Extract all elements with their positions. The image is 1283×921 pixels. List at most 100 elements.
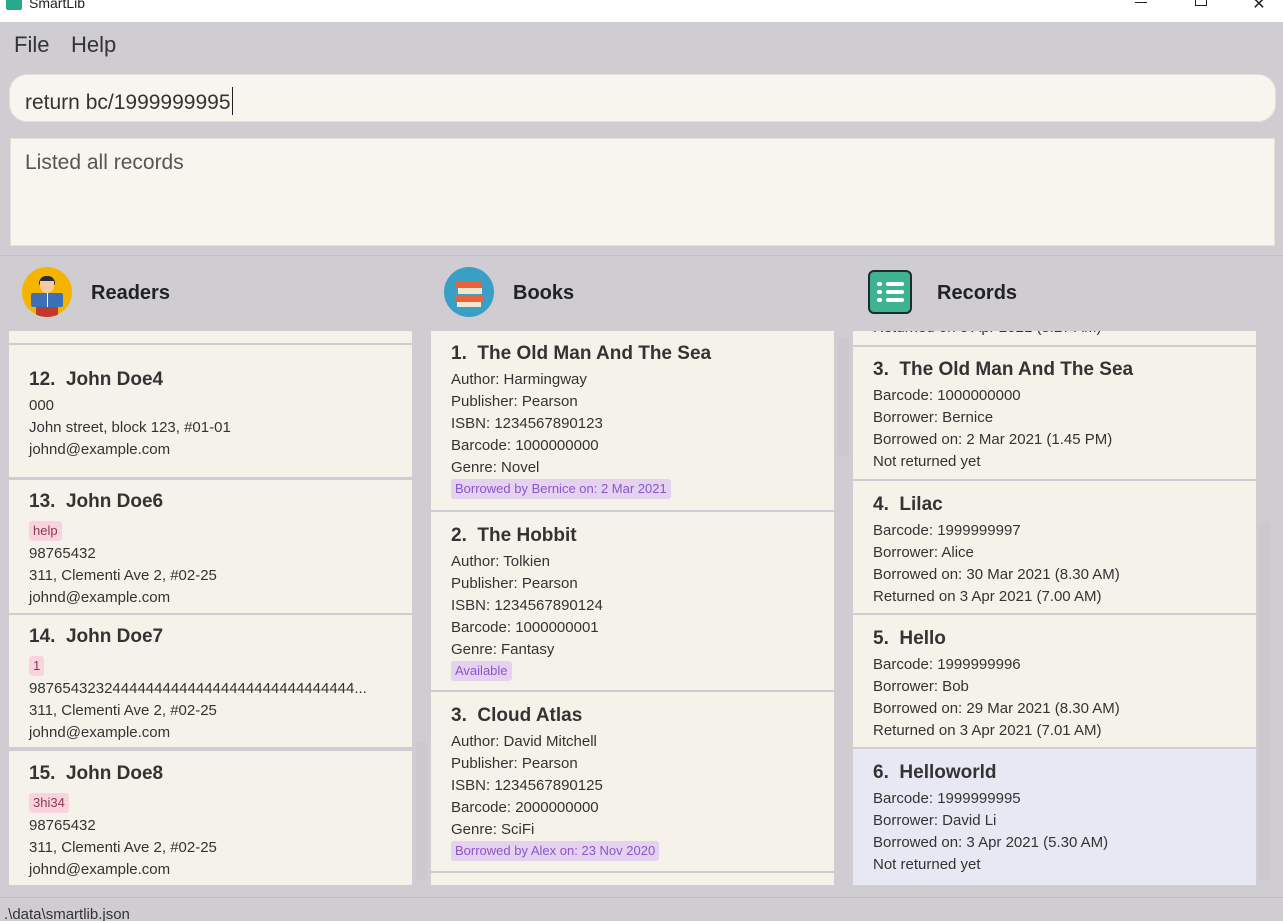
- book-card[interactable]: 1. The Old Man And The Sea Author: Harmi…: [431, 331, 834, 510]
- books-icon: [444, 267, 494, 317]
- record-returned: Returned on 3 Apr 2021 (5.27 AM): [873, 331, 1256, 339]
- reader-tag: 1: [29, 656, 45, 676]
- reader-phone: 987654323244444444444444444444444444444.…: [29, 680, 367, 697]
- record-barcode: Barcode: 1999999997: [873, 522, 1021, 539]
- record-returned: Returned on 3 Apr 2021 (7.01 AM): [873, 722, 1102, 739]
- book-isbn: ISBN: 1234567890123: [451, 415, 603, 432]
- command-text: return bc/1999999995: [25, 91, 231, 114]
- record-borrowed: Borrowed on: 30 Mar 2021 (8.30 AM): [873, 566, 1120, 583]
- record-title: 4. Lilac: [873, 494, 943, 515]
- reader-icon: [22, 267, 72, 317]
- record-card-partial: Returned on 3 Apr 2021 (5.27 AM): [853, 331, 1256, 345]
- book-author: Author: Harmingway: [451, 371, 587, 388]
- records-scroll-thumb[interactable]: [1259, 521, 1271, 881]
- minimize-icon: [1135, 2, 1147, 3]
- record-borrower: Borrower: Alice: [873, 544, 974, 561]
- record-card[interactable]: 3. The Old Man And The Sea Barcode: 1000…: [853, 347, 1256, 479]
- record-title: 3. The Old Man And The Sea: [873, 359, 1134, 380]
- record-borrower: Borrower: Bob: [873, 678, 969, 695]
- record-barcode: Barcode: 1999999996: [873, 656, 1021, 673]
- reader-name: 12. John Doe4: [29, 369, 164, 390]
- record-card[interactable]: 4. Lilac Barcode: 1999999997 Borrower: A…: [853, 481, 1256, 613]
- readers-title: Readers: [91, 282, 170, 304]
- maximize-button[interactable]: [1186, 0, 1216, 14]
- readers-list[interactable]: 12. John Doe4 000 John street, block 123…: [9, 331, 412, 885]
- reader-card[interactable]: 13. John Doe6 help 98765432 311, Clement…: [9, 480, 412, 613]
- reader-phone: 98765432: [29, 545, 96, 562]
- record-borrower: Borrower: David Li: [873, 812, 997, 829]
- close-button[interactable]: ✕: [1244, 0, 1274, 14]
- record-barcode: Barcode: 1000000000: [873, 387, 1021, 404]
- result-display: Listed all records: [10, 138, 1275, 246]
- reader-email: johnd@example.com: [29, 441, 171, 458]
- book-author: Author: David Mitchell: [451, 733, 597, 750]
- app-logo-icon: [6, 0, 22, 10]
- status-bar-path: .\data\smartlib.json: [4, 906, 130, 921]
- books-title: Books: [513, 282, 575, 304]
- books-scrollbar[interactable]: [834, 331, 853, 885]
- divider: [0, 255, 1283, 256]
- books-scroll-thumb[interactable]: [838, 337, 849, 457]
- list-item: [431, 873, 834, 885]
- book-card[interactable]: 3. Cloud Atlas Author: David Mitchell Pu…: [431, 692, 834, 871]
- divider: [0, 897, 1283, 898]
- title-bar: SmartLib ✕: [0, 0, 1283, 22]
- reader-email: johnd@example.com: [29, 861, 171, 878]
- book-status-badge: Available: [451, 661, 512, 681]
- result-text: Listed all records: [25, 151, 184, 174]
- records-list[interactable]: Returned on 3 Apr 2021 (5.27 AM) 3. The …: [853, 331, 1256, 885]
- maximize-icon: [1195, 0, 1207, 6]
- record-title: 6. Helloworld: [873, 762, 997, 783]
- list-item: [9, 331, 412, 343]
- command-input[interactable]: return bc/1999999995: [9, 74, 1276, 122]
- readers-scrollbar[interactable]: [412, 331, 431, 885]
- book-title: 2. The Hobbit: [451, 525, 577, 546]
- book-isbn: ISBN: 1234567890124: [451, 597, 603, 614]
- book-title: 1. The Old Man And The Sea: [451, 343, 712, 364]
- book-publisher: Publisher: Pearson: [451, 393, 578, 410]
- books-list[interactable]: 1. The Old Man And The Sea Author: Harmi…: [431, 331, 834, 885]
- list-icon: [868, 270, 912, 314]
- record-card-selected[interactable]: 6. Helloworld Barcode: 1999999995 Borrow…: [853, 749, 1256, 885]
- reader-phone: 000: [29, 397, 55, 414]
- book-author: Author: Tolkien: [451, 553, 550, 570]
- book-publisher: Publisher: Pearson: [451, 755, 578, 772]
- reader-address: John street, block 123, #01-01: [29, 419, 231, 436]
- book-title: 3. Cloud Atlas: [451, 705, 583, 726]
- reader-card[interactable]: 15. John Doe8 3hi34 98765432 311, Clemen…: [9, 751, 412, 885]
- reader-name: 15. John Doe8: [29, 763, 164, 784]
- record-borrower: Borrower: Bernice: [873, 409, 994, 426]
- reader-name: 14. John Doe7: [29, 626, 164, 647]
- command-input-value: return bc/1999999995: [25, 87, 233, 115]
- book-isbn: ISBN: 1234567890125: [451, 777, 603, 794]
- record-title: 5. Hello: [873, 628, 946, 649]
- reader-phone: 98765432: [29, 817, 96, 834]
- record-returned: Not returned yet: [873, 453, 981, 470]
- readers-scroll-thumb[interactable]: [416, 741, 427, 881]
- reader-card[interactable]: 14. John Doe7 1 987654323244444444444444…: [9, 615, 412, 747]
- book-status-badge: Borrowed by Alex on: 23 Nov 2020: [451, 841, 660, 861]
- text-caret: [231, 87, 233, 115]
- menu-help[interactable]: Help: [71, 32, 116, 58]
- book-barcode: Barcode: 1000000000: [451, 437, 599, 454]
- record-returned: Returned on 3 Apr 2021 (7.00 AM): [873, 588, 1102, 605]
- window-title: SmartLib: [29, 0, 86, 11]
- records-scrollbar[interactable]: [1256, 331, 1275, 885]
- book-genre: Genre: Novel: [451, 459, 540, 476]
- record-borrowed: Borrowed on: 29 Mar 2021 (8.30 AM): [873, 700, 1120, 717]
- reader-tag: 3hi34: [29, 793, 69, 813]
- menu-file[interactable]: File: [14, 32, 49, 58]
- book-barcode: Barcode: 2000000000: [451, 799, 599, 816]
- book-barcode: Barcode: 1000000001: [451, 619, 599, 636]
- reader-address: 311, Clementi Ave 2, #02-25: [29, 702, 217, 719]
- minimize-button[interactable]: [1126, 0, 1156, 14]
- record-returned: Not returned yet: [873, 856, 981, 873]
- reader-name: 13. John Doe6: [29, 491, 164, 512]
- book-genre: Genre: Fantasy: [451, 641, 555, 658]
- record-card[interactable]: 5. Hello Barcode: 1999999996 Borrower: B…: [853, 615, 1256, 747]
- book-card[interactable]: 2. The Hobbit Author: Tolkien Publisher:…: [431, 512, 834, 690]
- record-borrowed: Borrowed on: 3 Apr 2021 (5.30 AM): [873, 834, 1109, 851]
- reader-card[interactable]: 12. John Doe4 000 John street, block 123…: [9, 345, 412, 477]
- menu-bar: File Help: [0, 22, 1283, 66]
- reader-email: johnd@example.com: [29, 724, 171, 741]
